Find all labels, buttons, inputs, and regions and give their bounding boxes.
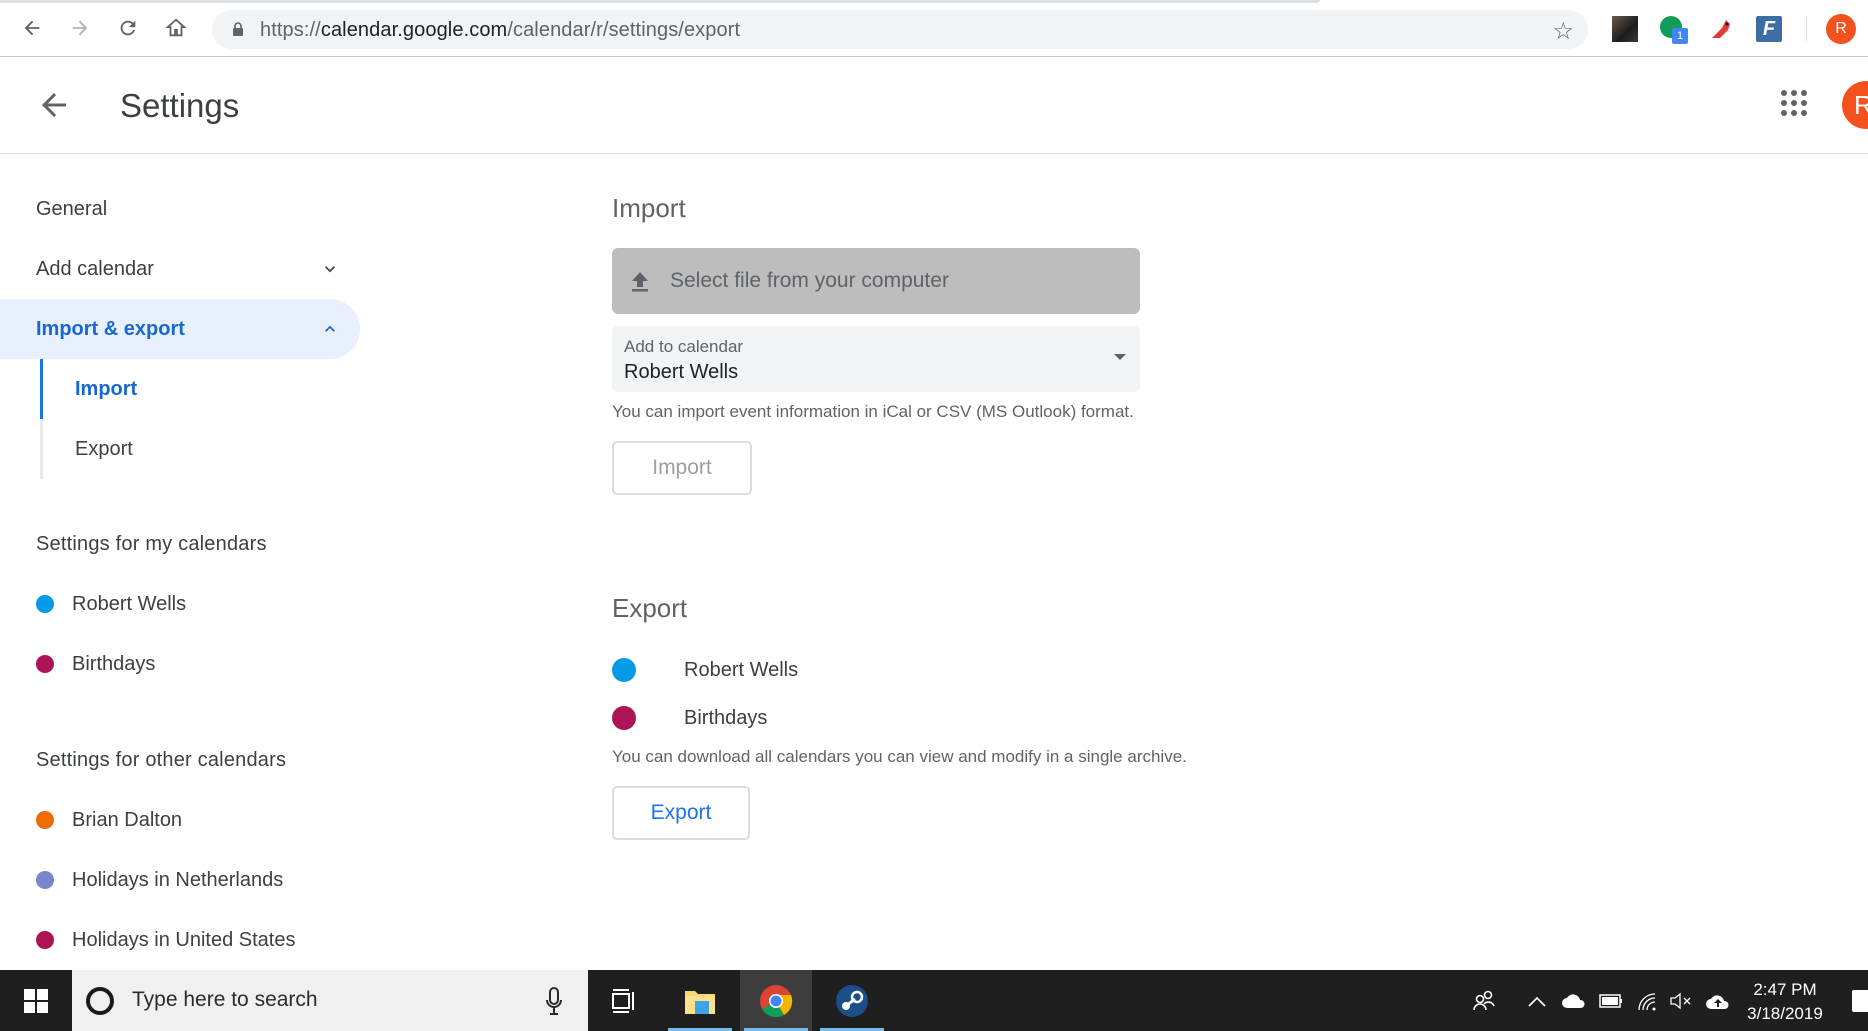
my-calendars-heading: Settings for my calendars <box>36 533 267 555</box>
clock-date: 3/18/2019 <box>1747 1004 1823 1023</box>
home-icon[interactable] <box>162 14 190 42</box>
sidebar-subitem-export[interactable]: Export <box>40 419 340 479</box>
steam-icon <box>836 984 868 1017</box>
account-avatar[interactable]: R <box>1842 81 1868 129</box>
sidebar-calendar-item[interactable]: Robert Wells <box>36 586 186 622</box>
settings-main: Import Select file from your computer Ad… <box>612 155 1812 970</box>
calendar-color-dot <box>36 595 54 613</box>
file-explorer-icon <box>685 990 715 1014</box>
export-section-title: Export <box>612 593 688 623</box>
app-header: Settings R <box>0 57 1868 154</box>
import-help-text: You can import event information in iCal… <box>612 402 1134 421</box>
sidebar-subitem-label: Import <box>75 377 138 400</box>
url-text: https://calendar.google.com/calendar/r/s… <box>260 19 741 41</box>
import-section-title: Import <box>612 193 686 223</box>
taskbar-chrome[interactable] <box>740 970 812 1031</box>
select-label: Add to calendar <box>624 337 744 356</box>
taskbar-steam[interactable] <box>816 970 888 1031</box>
task-view-button[interactable] <box>588 970 660 1031</box>
calendar-label: Birthdays <box>72 652 156 675</box>
microphone-icon[interactable] <box>546 986 562 1016</box>
export-calendar-item: Robert Wells <box>612 650 798 690</box>
upload-icon <box>632 272 648 292</box>
other-calendars-heading: Settings for other calendars <box>36 749 287 771</box>
back-arrow-icon[interactable] <box>36 87 72 123</box>
clock-time: 2:47 PM <box>1753 980 1817 999</box>
extension-chat-icon[interactable]: 1 <box>1660 16 1688 44</box>
calendar-color-dot <box>612 706 636 730</box>
windows-start-button[interactable] <box>0 970 72 1031</box>
google-apps-icon[interactable] <box>1780 89 1808 117</box>
sidebar-calendar-item[interactable]: Holidays in United States <box>36 922 295 958</box>
page-title: Settings <box>120 87 240 124</box>
browser-toolbar: https://calendar.google.com/calendar/r/s… <box>0 0 1868 57</box>
action-center-icon[interactable] <box>1852 990 1868 1012</box>
calendar-label: Birthdays <box>684 706 768 729</box>
taskbar-search-box[interactable]: Type here to search <box>72 970 588 1031</box>
extension-cardinal-icon[interactable] <box>1708 16 1734 42</box>
extension-f-icon[interactable]: F <box>1756 16 1782 42</box>
calendar-color-dot <box>612 658 636 682</box>
export-button[interactable]: Export <box>612 786 750 840</box>
extension-photo-icon[interactable] <box>1612 16 1638 42</box>
select-file-label: Select file from your computer <box>670 269 949 292</box>
settings-sidebar: General Add calendar Import & export Imp… <box>0 155 380 970</box>
dropdown-arrow-icon <box>1114 354 1126 360</box>
volume-muted-icon[interactable] <box>1666 970 1696 1031</box>
sidebar-subitem-label: Export <box>75 437 133 460</box>
select-value: Robert Wells <box>624 361 739 383</box>
sidebar-item-label: Add calendar <box>36 257 154 280</box>
sidebar-subitem-import[interactable]: Import <box>40 359 340 419</box>
calendar-color-dot <box>36 655 54 673</box>
calendar-color-dot <box>36 871 54 889</box>
add-to-calendar-select[interactable]: Add to calendar Robert Wells <box>612 326 1140 392</box>
taskbar-clock[interactable]: 2:47 PM 3/18/2019 <box>1740 978 1830 1026</box>
calendar-color-dot <box>36 931 54 949</box>
calendar-label: Robert Wells <box>684 658 799 681</box>
import-button[interactable]: Import <box>612 441 752 495</box>
calendar-label: Holidays in Netherlands <box>72 868 284 891</box>
extension-badge: 1 <box>1672 28 1688 44</box>
calendar-color-dot <box>36 811 54 829</box>
cortana-icon <box>86 987 114 1015</box>
calendar-label: Brian Dalton <box>72 808 183 831</box>
select-file-button[interactable]: Select file from your computer <box>612 248 1140 314</box>
lock-icon <box>233 22 243 36</box>
cloud-upload-icon[interactable] <box>1702 970 1734 1031</box>
sidebar-calendar-item[interactable]: Brian Dalton <box>36 802 182 838</box>
tab-strip <box>0 0 1320 3</box>
search-placeholder: Type here to search <box>132 988 318 1011</box>
browser-profile-avatar[interactable]: R <box>1826 14 1856 44</box>
show-hidden-icons-chevron-icon[interactable] <box>1522 970 1552 1031</box>
taskbar-file-explorer[interactable] <box>664 970 736 1031</box>
export-help-text: You can download all calendars you can v… <box>612 747 1187 766</box>
sidebar-calendar-item[interactable]: Birthdays <box>36 646 155 682</box>
windows-taskbar: Type here to search 2:47 PM 3/18/2019 <box>0 970 1868 1031</box>
address-bar[interactable]: https://calendar.google.com/calendar/r/s… <box>212 10 1588 49</box>
sidebar-item-label: Import & export <box>36 317 185 340</box>
sidebar-calendar-item[interactable]: Holidays in Netherlands <box>36 862 283 898</box>
chevron-up-icon <box>325 325 335 332</box>
calendar-label: Holidays in United States <box>72 928 296 951</box>
sidebar-item-label: General <box>36 197 108 220</box>
chevron-down-icon <box>325 266 335 273</box>
reload-icon[interactable] <box>114 14 142 42</box>
battery-icon[interactable] <box>1596 970 1626 1031</box>
sidebar-item-import-export[interactable]: Import & export <box>0 299 360 359</box>
onedrive-cloud-icon[interactable] <box>1556 970 1592 1031</box>
toolbar-divider <box>1806 16 1807 42</box>
bookmark-star-icon[interactable]: ☆ <box>1552 17 1574 46</box>
people-icon[interactable] <box>1466 970 1502 1031</box>
task-view-icon <box>612 988 634 1013</box>
wifi-icon[interactable] <box>1632 970 1662 1031</box>
calendar-label: Robert Wells <box>72 592 187 615</box>
sidebar-item-general[interactable]: General <box>0 179 360 239</box>
forward-arrow-icon[interactable] <box>66 14 94 42</box>
sidebar-item-add-calendar[interactable]: Add calendar <box>0 239 360 299</box>
chrome-icon <box>760 984 793 1017</box>
back-arrow-icon[interactable] <box>18 14 46 42</box>
export-calendar-item: Birthdays <box>612 698 767 738</box>
windows-logo-icon <box>24 988 48 1013</box>
